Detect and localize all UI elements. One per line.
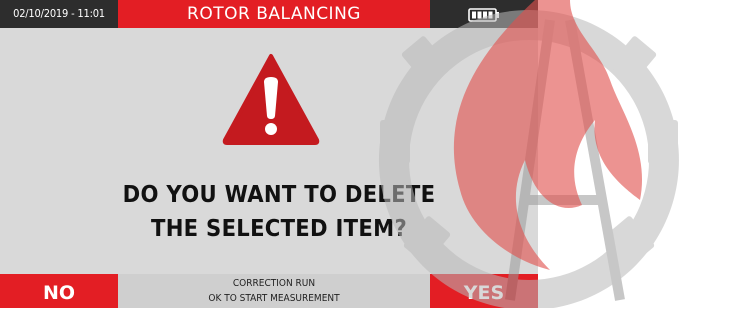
device-screen: 02/10/2019 - 11:01 ROTOR BALANCING DO YO… (0, 0, 538, 308)
warning-triangle-icon (222, 52, 320, 150)
question-line-1: DO YOU WANT TO DELETE (122, 182, 436, 208)
status-message: CORRECTION RUN OK TO START MEASUREMENT (118, 274, 430, 308)
battery-area (430, 0, 538, 28)
no-button[interactable]: NO (0, 274, 118, 308)
confirmation-question: DO YOU WANT TO DELETE THE SELECTED ITEM? (41, 178, 518, 246)
datetime-label: 02/10/2019 - 11:01 (0, 0, 118, 28)
status-line-2: OK TO START MEASUREMENT (208, 293, 340, 304)
battery-full-icon (468, 7, 500, 26)
bottom-bar: NO CORRECTION RUN OK TO START MEASUREMEN… (0, 274, 538, 308)
status-line-1: CORRECTION RUN (232, 278, 316, 289)
yes-button[interactable]: YES (430, 274, 538, 308)
status-bar: 02/10/2019 - 11:01 ROTOR BALANCING (0, 0, 538, 28)
question-line-2: THE SELECTED ITEM? (150, 216, 408, 242)
screen-title: ROTOR BALANCING (187, 4, 361, 24)
